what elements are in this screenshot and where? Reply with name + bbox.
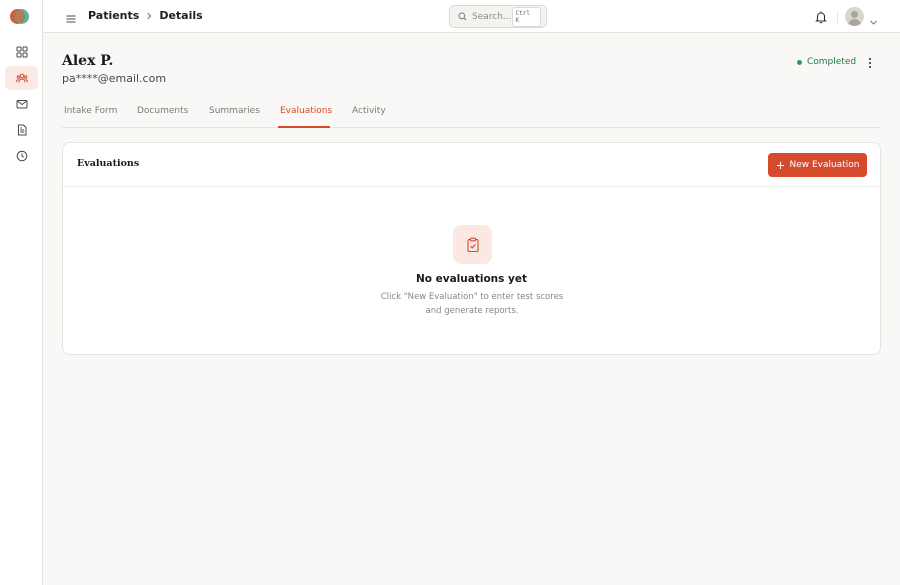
card-title: Evaluations <box>77 158 140 169</box>
evaluations-card: Evaluations New Evaluation No evaluation… <box>62 142 881 355</box>
status-dot <box>797 59 802 65</box>
brand-logo[interactable] <box>10 8 29 25</box>
search-icon <box>458 12 472 21</box>
sidebar-item-patients[interactable] <box>5 66 38 90</box>
tab-intake-form[interactable]: Intake Form <box>64 106 117 116</box>
chevron-down-icon[interactable] <box>869 12 878 25</box>
tab-summaries[interactable]: Summaries <box>209 106 260 116</box>
sidebar-item-messages[interactable] <box>5 92 38 116</box>
clipboard-check-icon <box>465 237 481 253</box>
tab-evaluations[interactable]: Evaluations <box>280 106 332 116</box>
search-placeholder: Search... <box>472 11 512 22</box>
clock-icon <box>16 147 28 166</box>
sidebar-item-dashboard[interactable] <box>5 40 38 64</box>
search-input[interactable]: Search... Ctrl K <box>449 5 547 28</box>
tab-activity[interactable]: Activity <box>352 106 386 116</box>
breadcrumb-patients[interactable]: Patients <box>88 9 139 22</box>
plus-icon <box>776 161 790 170</box>
status-label: Completed <box>807 57 857 67</box>
patient-name: Alex P. <box>62 53 114 69</box>
mail-icon <box>16 95 28 114</box>
tab-bar: Intake Form Documents Summaries Evaluati… <box>62 98 880 128</box>
patient-email: pa****@email.com <box>62 72 167 85</box>
card-header: Evaluations New Evaluation <box>63 143 880 187</box>
new-evaluation-button[interactable]: New Evaluation <box>768 153 867 177</box>
sidebar-item-documents[interactable] <box>5 118 38 142</box>
empty-state-description: Click "New Evaluation" to enter test sco… <box>380 292 564 316</box>
bell-icon[interactable] <box>814 9 828 24</box>
breadcrumb-details: Details <box>159 9 203 22</box>
file-icon <box>16 121 28 140</box>
empty-state-icon <box>453 225 492 264</box>
chevron-right-icon <box>145 12 153 20</box>
sidebar <box>0 0 43 585</box>
active-tab-indicator <box>278 126 330 128</box>
search-shortcut: Ctrl K <box>511 6 541 27</box>
grid-icon <box>16 43 28 62</box>
new-evaluation-label: New Evaluation <box>789 160 860 170</box>
sidebar-item-history[interactable] <box>5 144 38 168</box>
breadcrumb: Patients Details <box>88 9 203 22</box>
users-icon <box>15 69 28 88</box>
top-header: Patients Details Search... Ctrl K <box>43 0 900 33</box>
empty-state-title: No evaluations yet <box>415 273 528 285</box>
avatar[interactable] <box>845 7 864 26</box>
tab-documents[interactable]: Documents <box>137 106 188 116</box>
menu-icon[interactable] <box>65 10 77 23</box>
header-divider <box>837 11 838 23</box>
more-options-icon[interactable] <box>865 55 875 69</box>
status-badge: Completed <box>797 57 856 67</box>
